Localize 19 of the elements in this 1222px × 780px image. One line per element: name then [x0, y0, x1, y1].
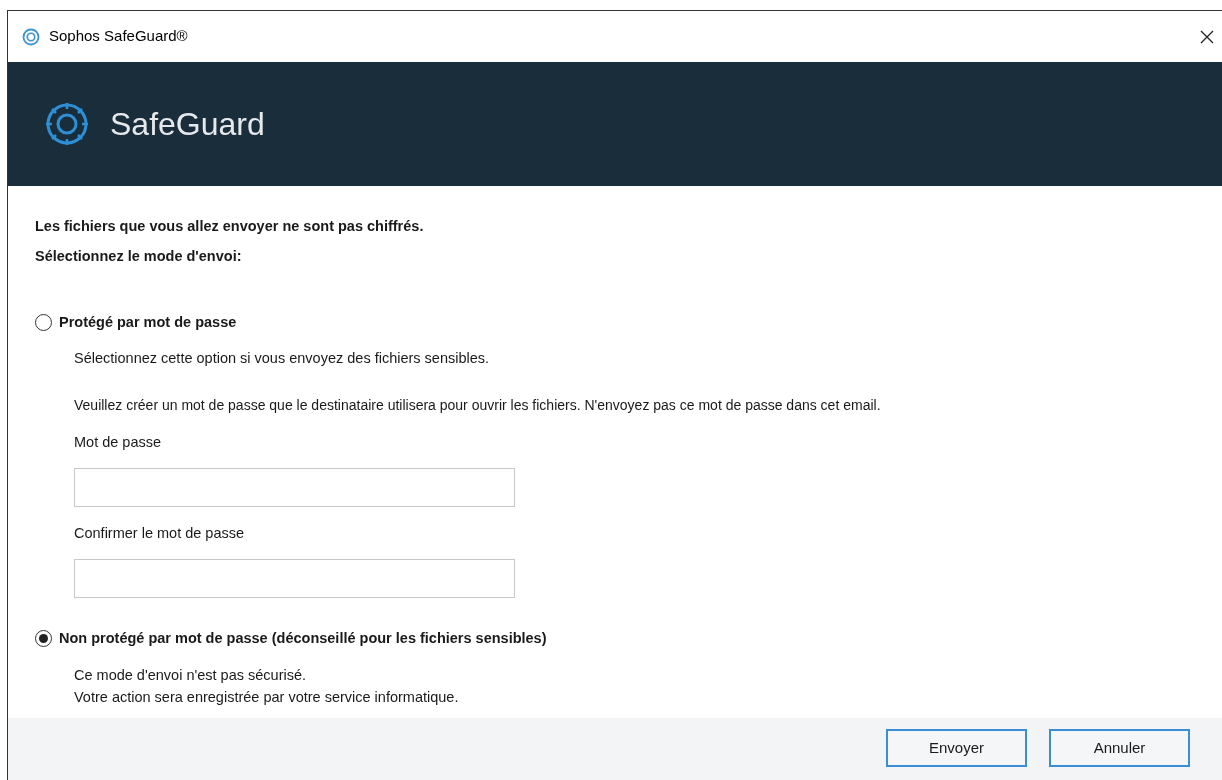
- radio-button[interactable]: [35, 630, 52, 648]
- field-label: Mot de passe: [74, 433, 163, 453]
- field-label: Confirmer le mot de passe: [74, 524, 246, 543]
- option-note: Veuillez créer un mot de passe que le destinataire utilisera pour ouvrir les fichiers. N'envoyez pas ce mot de passe dans cet email.: [74, 396, 882, 416]
- radio-button[interactable]: [35, 313, 52, 331]
- option-label[interactable]: Protégé par mot de passe: [59, 311, 237, 334]
- option-description: Sélectionnez cette option si vous envoyez des fichiers sensibles.: [74, 349, 491, 369]
- password-field[interactable]: [74, 468, 515, 507]
- instruction-text: Les fichiers que vous allez envoyer ne sont pas chiffrés.: [35, 217, 425, 236]
- option-description: Ce mode d'envoi n'est pas sécurisé.: [74, 665, 308, 685]
- instruction-text: Sélectionnez le mode d'envoi:: [35, 246, 243, 266]
- option-label[interactable]: Non protégé par mot de passe (déconseillé pour les fichiers sensibles): [59, 627, 547, 650]
- option-description: Votre action sera enregistrée par votre service informatique.: [74, 687, 460, 707]
- gear-ring-icon: [21, 26, 41, 47]
- dialog-button[interactable]: Envoyer: [886, 729, 1027, 767]
- password-field[interactable]: [74, 558, 515, 598]
- header-title: SafeGuard: [110, 105, 265, 144]
- window-title: Sophos SafeGuard®: [49, 26, 188, 47]
- dialog-button[interactable]: Annuler: [1049, 729, 1190, 767]
